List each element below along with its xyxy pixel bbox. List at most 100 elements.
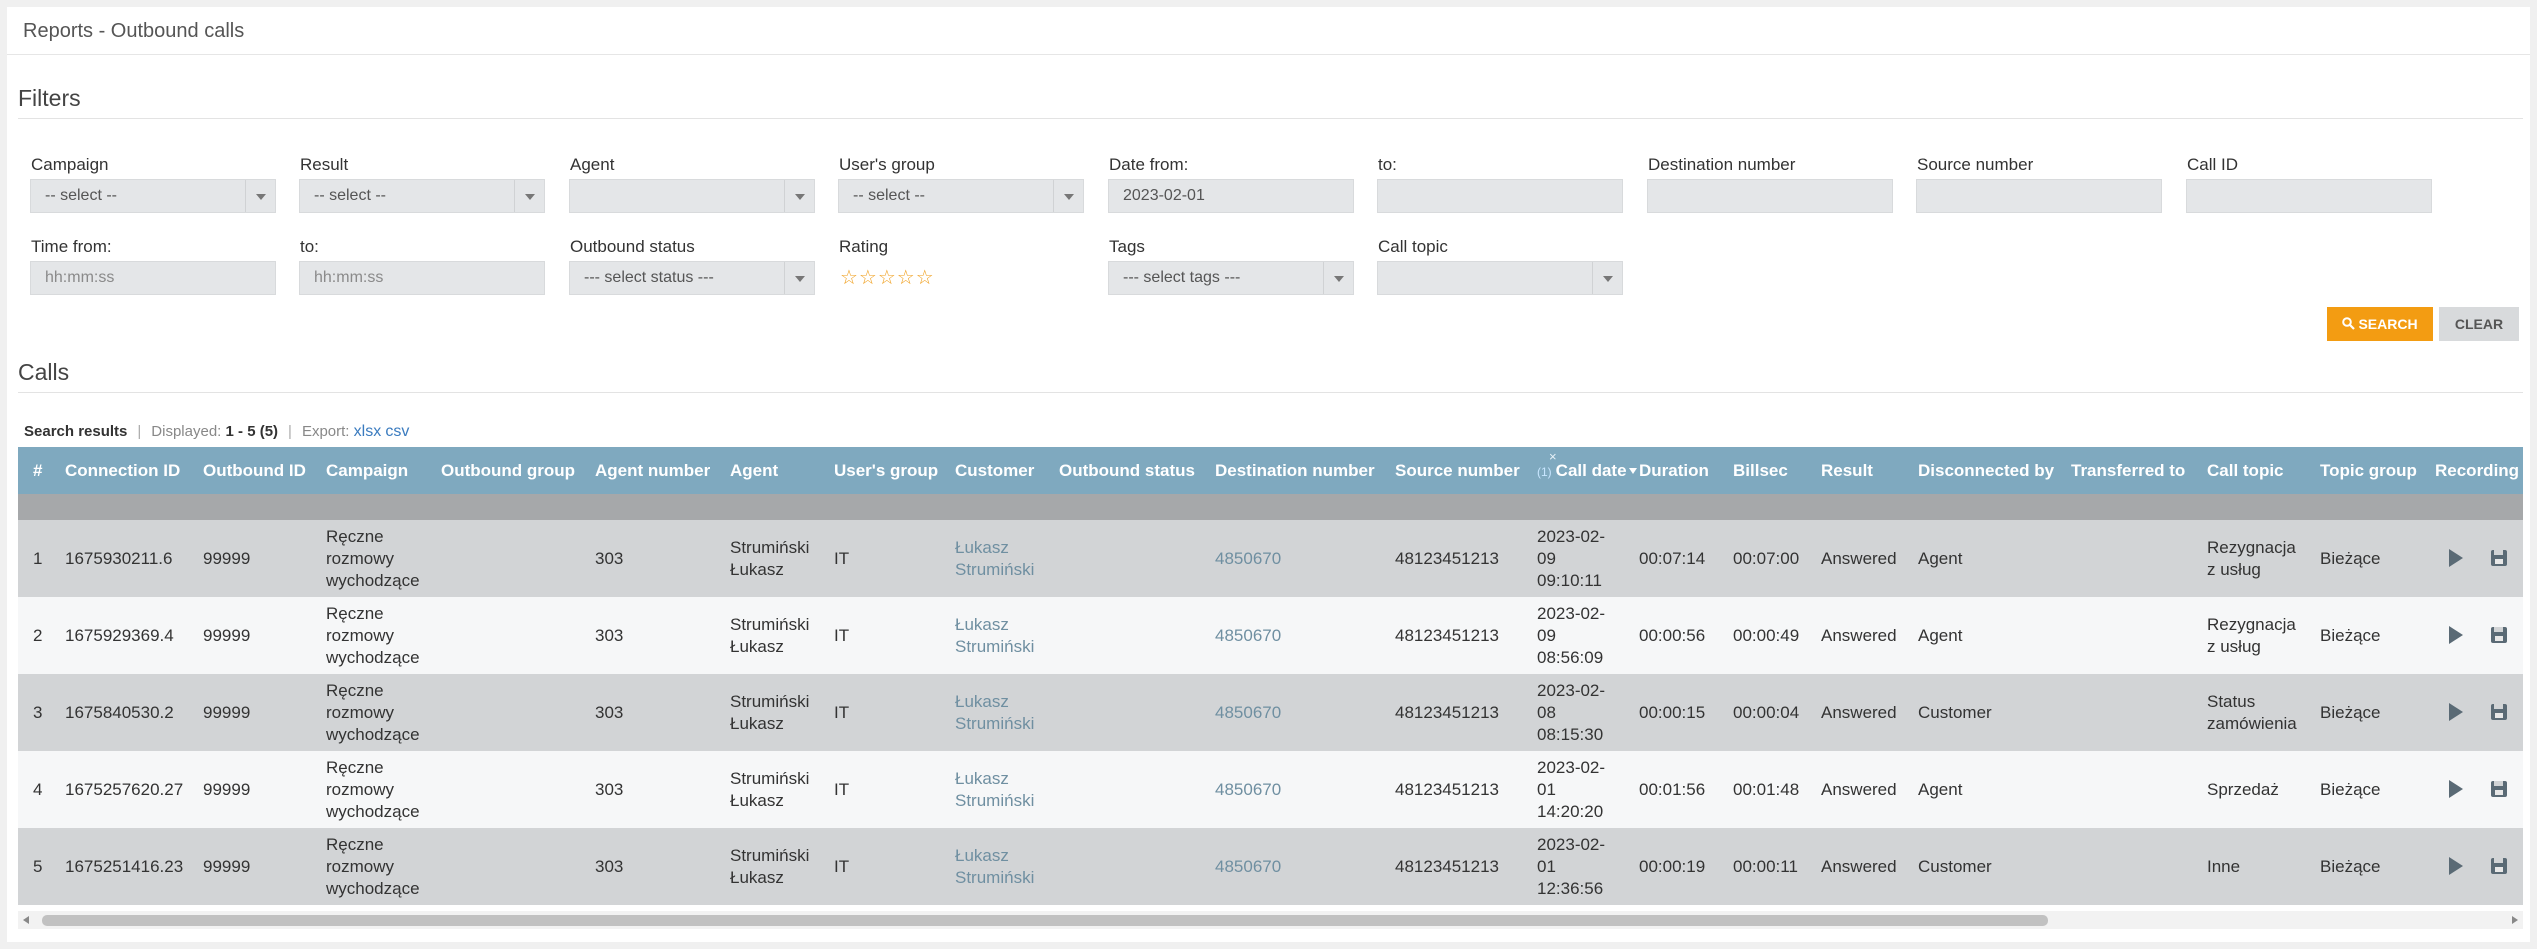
play-icon[interactable] [2449,626,2463,644]
save-icon[interactable] [2491,781,2507,797]
column-header-2[interactable]: Outbound ID [203,447,306,494]
call-id-input[interactable] [2186,179,2432,213]
column-header-19[interactable]: Topic group [2320,447,2417,494]
table-row[interactable]: 2 1675929369.4 99999 Ręczne rozmowy wychodząc… [18,597,2523,674]
cell-line: 08:56:09 [1537,647,1604,667]
campaign-select-value: -- select -- [45,187,117,204]
search-button[interactable]: SEARCH [2327,307,2433,341]
cell-customer[interactable]: Łukasz Strumiński [955,614,1034,658]
date-to-input[interactable] [1377,179,1623,213]
save-icon[interactable] [2491,858,2507,874]
column-header-label: Transferred to [2071,461,2186,480]
cell-customer[interactable]: Łukasz Strumiński [955,537,1034,581]
column-header-12[interactable]: (1) Call date × [1537,447,1637,494]
cell-line: Strumiński [955,636,1035,656]
cell-campaign: Ręczne rozmowy wychodzące [326,526,420,592]
call-topic-select[interactable] [1377,261,1623,295]
cell-destination-number[interactable]: 4850670 [1215,779,1281,801]
agent-label: Agent [570,155,615,174]
export-xlsx-link[interactable]: xlsx [354,423,382,440]
column-header-15[interactable]: Result [1821,447,1873,494]
cell-line: wychodzące [326,647,420,667]
column-header-6[interactable]: Agent [730,447,778,494]
outbound-status-select[interactable]: --- select status --- [569,261,815,295]
cell-customer[interactable]: Łukasz Strumiński [955,691,1034,735]
save-icon[interactable] [2491,704,2507,720]
column-header-20[interactable]: Recording [2435,447,2519,494]
play-icon[interactable] [2449,703,2463,721]
play-icon[interactable] [2449,780,2463,798]
table-row[interactable]: 4 1675257620.27 99999 Ręczne rozmowy wychodzą… [18,751,2523,828]
column-header-8[interactable]: Customer [955,447,1034,494]
rating-label: Rating [839,237,889,256]
column-header-18[interactable]: Call topic [2207,447,2284,494]
column-header-0[interactable]: # [33,447,42,494]
horizontal-scrollbar[interactable] [18,911,2523,929]
outbound-status-select-value: --- select status --- [584,269,714,286]
cell-destination-number[interactable]: 4850670 [1215,702,1281,724]
cell-customer[interactable]: Łukasz Strumiński [955,845,1034,889]
play-icon[interactable] [2449,549,2463,567]
result-select[interactable]: -- select -- [299,179,545,213]
column-header-5[interactable]: Agent number [595,447,710,494]
column-header-4[interactable]: Outbound group [441,447,575,494]
cell-destination-number[interactable]: 4850670 [1215,856,1281,878]
column-header-17[interactable]: Transferred to [2071,447,2185,494]
cell-line: 12:36:56 [1537,878,1604,898]
cell-connection-id: 1675930211.6 [65,548,173,568]
column-header-7[interactable]: User's group [834,447,938,494]
table-row[interactable]: 1 1675930211.6 99999 Ręczne rozmowy wychodząc… [18,520,2523,597]
save-icon[interactable] [2491,550,2507,566]
column-header-label: Result [1821,461,1873,480]
column-header-label: Campaign [326,461,409,480]
cell-destination-number[interactable]: 4850670 [1215,548,1281,570]
time-from-input[interactable]: hh:mm:ss [30,261,276,295]
search-icon [2342,317,2356,330]
search-results-label: Search results [24,423,128,440]
cell-line: Ręczne [326,603,384,623]
source-number-input[interactable] [1916,179,2162,213]
cell-destination-number[interactable]: 4850670 [1215,625,1281,647]
cell-line: z usług [2207,559,2261,579]
time-to-input[interactable]: hh:mm:ss [299,261,545,295]
rating-stars[interactable]: ☆☆☆☆☆ [840,265,935,290]
displayed-value: 1 - 5 (5) [225,423,279,440]
calls-heading: Calls [18,359,70,385]
column-header-11[interactable]: Source number [1395,447,1520,494]
cell-line: Łukasz [955,845,1009,865]
cell-disconnected-by: Agent [1918,548,1963,568]
cell-users-group: IT [834,856,850,876]
agent-select[interactable] [569,179,815,213]
scroll-left-icon[interactable] [23,916,29,924]
destination-number-input[interactable] [1647,179,1893,213]
sort-clear-icon[interactable]: × [1549,433,1557,480]
cell-customer[interactable]: Łukasz Strumiński [955,768,1034,812]
column-header-16[interactable]: Disconnected by [1918,447,2054,494]
column-header-13[interactable]: Duration [1639,447,1709,494]
clear-button[interactable]: CLEAR [2439,307,2519,341]
cell-num: 3 [33,702,43,722]
table-row[interactable]: 5 1675251416.23 99999 Ręczne rozmowy wychodzą… [18,828,2523,905]
scroll-right-icon[interactable] [2512,916,2518,924]
export-csv-link[interactable]: csv [385,423,409,440]
campaign-select[interactable]: -- select -- [30,179,276,213]
cell-billsec: 00:00:11 [1733,856,1798,876]
cell-line: Strumiński [730,537,810,557]
column-header-1[interactable]: Connection ID [65,447,180,494]
users-group-select[interactable]: -- select -- [838,179,1084,213]
column-header-14[interactable]: Billsec [1733,447,1788,494]
column-header-10[interactable]: Destination number [1215,447,1375,494]
column-header-9[interactable]: Outbound status [1059,447,1195,494]
scrollbar-thumb[interactable] [42,915,2048,926]
tags-select[interactable]: --- select tags --- [1108,261,1354,295]
cell-line: Łukasz [955,614,1009,634]
play-icon[interactable] [2449,857,2463,875]
column-header-3[interactable]: Campaign [326,447,408,494]
save-icon[interactable] [2491,627,2507,643]
table-row[interactable]: 3 1675840530.2 99999 Ręczne rozmowy wychodząc… [18,674,2523,751]
cell-line: rozmowy [326,856,395,876]
cell-connection-id: 1675929369.4 [65,625,174,645]
cell-line: Strumiński [955,559,1035,579]
date-from-input[interactable]: 2023-02-01 [1108,179,1354,213]
column-header-label: Agent number [595,461,711,480]
